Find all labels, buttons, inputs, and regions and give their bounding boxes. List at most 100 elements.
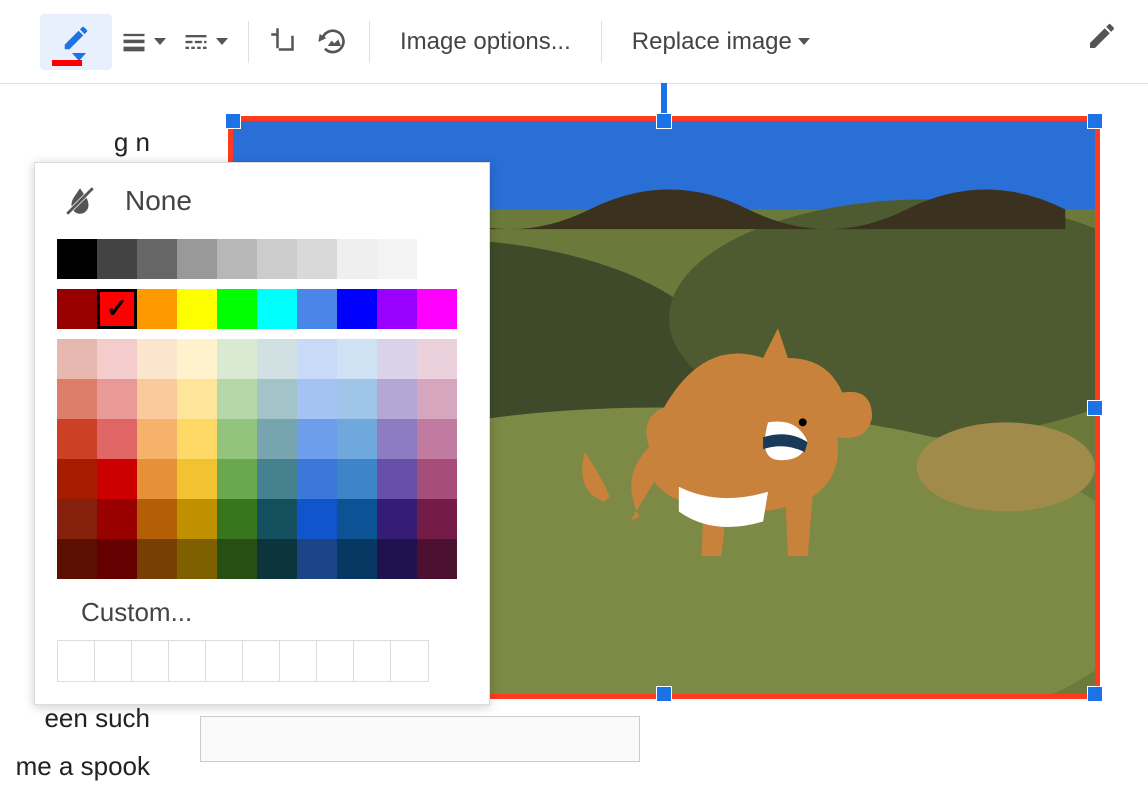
color-swatch[interactable] bbox=[57, 419, 97, 459]
custom-color-button[interactable]: Custom... bbox=[81, 597, 467, 628]
color-swatch[interactable] bbox=[417, 419, 457, 459]
custom-color-slot[interactable] bbox=[206, 641, 243, 681]
resize-handle-tl[interactable] bbox=[225, 113, 241, 129]
color-swatch[interactable] bbox=[257, 239, 297, 279]
color-swatch[interactable] bbox=[177, 339, 217, 379]
custom-color-slot[interactable] bbox=[243, 641, 280, 681]
resize-handle-bm[interactable] bbox=[656, 686, 672, 702]
custom-color-slot[interactable] bbox=[132, 641, 169, 681]
color-swatch[interactable] bbox=[297, 239, 337, 279]
color-swatch[interactable] bbox=[137, 459, 177, 499]
custom-color-slot[interactable] bbox=[95, 641, 132, 681]
border-color-button[interactable] bbox=[40, 14, 112, 70]
color-swatch[interactable] bbox=[297, 499, 337, 539]
color-swatch[interactable] bbox=[97, 289, 137, 329]
color-swatch[interactable] bbox=[217, 289, 257, 329]
color-swatch[interactable] bbox=[417, 539, 457, 579]
color-swatch[interactable] bbox=[177, 239, 217, 279]
color-swatch[interactable] bbox=[97, 459, 137, 499]
color-swatch[interactable] bbox=[417, 459, 457, 499]
color-swatch[interactable] bbox=[137, 239, 177, 279]
color-swatch[interactable] bbox=[377, 459, 417, 499]
color-swatch[interactable] bbox=[377, 419, 417, 459]
color-swatch[interactable] bbox=[257, 379, 297, 419]
color-swatch[interactable] bbox=[137, 339, 177, 379]
color-swatch[interactable] bbox=[257, 539, 297, 579]
color-swatch[interactable] bbox=[57, 539, 97, 579]
color-swatch[interactable] bbox=[177, 379, 217, 419]
color-swatch[interactable] bbox=[417, 499, 457, 539]
color-swatch[interactable] bbox=[137, 419, 177, 459]
color-swatch[interactable] bbox=[217, 339, 257, 379]
color-swatch[interactable] bbox=[337, 239, 377, 279]
crop-button[interactable] bbox=[261, 14, 309, 70]
color-swatch[interactable] bbox=[377, 339, 417, 379]
color-swatch[interactable] bbox=[137, 379, 177, 419]
color-swatch[interactable] bbox=[417, 239, 457, 279]
color-swatch[interactable] bbox=[417, 339, 457, 379]
color-swatch[interactable] bbox=[257, 459, 297, 499]
color-swatch[interactable] bbox=[57, 339, 97, 379]
color-swatch[interactable] bbox=[217, 459, 257, 499]
resize-handle-tr[interactable] bbox=[1087, 113, 1103, 129]
color-swatch[interactable] bbox=[217, 499, 257, 539]
custom-color-slot[interactable] bbox=[391, 641, 428, 681]
color-swatch[interactable] bbox=[177, 289, 217, 329]
color-swatch[interactable] bbox=[57, 459, 97, 499]
color-swatch[interactable] bbox=[297, 539, 337, 579]
color-swatch[interactable] bbox=[57, 239, 97, 279]
color-swatch[interactable] bbox=[337, 289, 377, 329]
color-swatch[interactable] bbox=[337, 499, 377, 539]
resize-handle-br[interactable] bbox=[1087, 686, 1103, 702]
color-swatch[interactable] bbox=[97, 339, 137, 379]
color-swatch[interactable] bbox=[97, 499, 137, 539]
color-swatch[interactable] bbox=[297, 339, 337, 379]
color-swatch[interactable] bbox=[57, 379, 97, 419]
color-swatch[interactable] bbox=[57, 289, 97, 329]
custom-color-slot[interactable] bbox=[58, 641, 95, 681]
color-swatch[interactable] bbox=[257, 499, 297, 539]
color-swatch[interactable] bbox=[417, 379, 457, 419]
color-swatch[interactable] bbox=[217, 379, 257, 419]
resize-handle-tm[interactable] bbox=[656, 113, 672, 129]
color-swatch[interactable] bbox=[377, 379, 417, 419]
color-swatch[interactable] bbox=[97, 239, 137, 279]
color-swatch[interactable] bbox=[377, 539, 417, 579]
color-swatch[interactable] bbox=[217, 539, 257, 579]
color-swatch[interactable] bbox=[337, 379, 377, 419]
color-swatch[interactable] bbox=[377, 499, 417, 539]
layout-panel[interactable] bbox=[200, 716, 640, 762]
color-swatch[interactable] bbox=[377, 289, 417, 329]
rotate-handle[interactable] bbox=[659, 83, 669, 113]
color-swatch[interactable] bbox=[297, 419, 337, 459]
color-swatch[interactable] bbox=[137, 289, 177, 329]
color-swatch[interactable] bbox=[177, 539, 217, 579]
color-swatch[interactable] bbox=[97, 419, 137, 459]
custom-color-slot[interactable] bbox=[280, 641, 317, 681]
color-swatch[interactable] bbox=[97, 379, 137, 419]
color-swatch[interactable] bbox=[137, 499, 177, 539]
color-swatch[interactable] bbox=[257, 289, 297, 329]
color-swatch[interactable] bbox=[337, 339, 377, 379]
color-swatch[interactable] bbox=[257, 339, 297, 379]
color-swatch[interactable] bbox=[337, 539, 377, 579]
color-swatch[interactable] bbox=[217, 239, 257, 279]
color-swatch[interactable] bbox=[257, 419, 297, 459]
color-swatch[interactable] bbox=[337, 419, 377, 459]
color-swatch[interactable] bbox=[377, 239, 417, 279]
color-swatch[interactable] bbox=[137, 539, 177, 579]
color-swatch[interactable] bbox=[297, 379, 337, 419]
color-swatch[interactable] bbox=[217, 419, 257, 459]
edit-button[interactable] bbox=[1086, 20, 1118, 59]
color-swatch[interactable] bbox=[297, 459, 337, 499]
color-swatch[interactable] bbox=[177, 459, 217, 499]
color-swatch[interactable] bbox=[177, 419, 217, 459]
border-dash-button[interactable] bbox=[174, 14, 236, 70]
color-swatch[interactable] bbox=[297, 289, 337, 329]
custom-color-slot[interactable] bbox=[169, 641, 206, 681]
color-swatch[interactable] bbox=[177, 499, 217, 539]
color-swatch[interactable] bbox=[57, 499, 97, 539]
color-swatch[interactable] bbox=[97, 539, 137, 579]
replace-image-button[interactable]: Replace image bbox=[614, 14, 828, 70]
color-swatch[interactable] bbox=[417, 289, 457, 329]
